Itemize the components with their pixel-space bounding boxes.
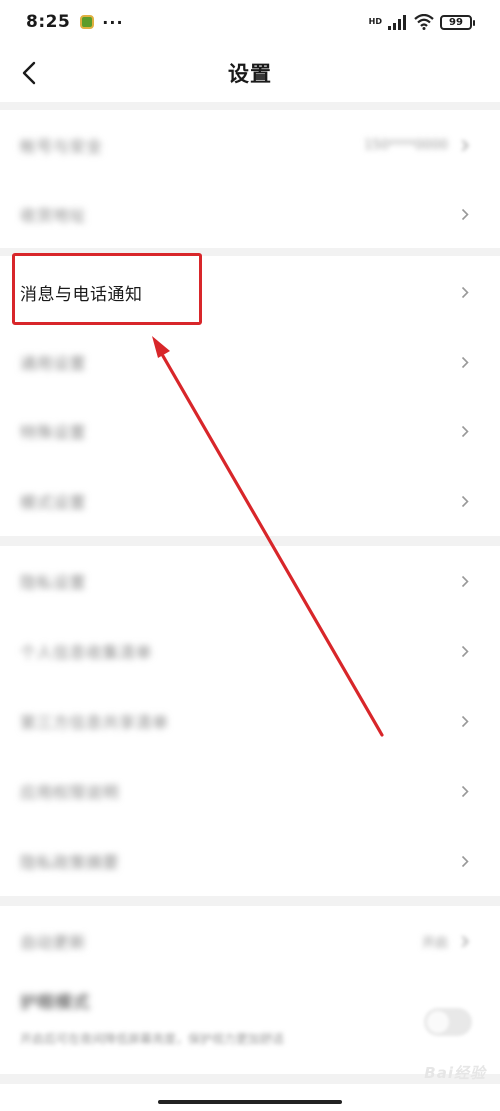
chevron-left-icon — [22, 61, 36, 85]
row-sublabel: 开启后可在夜间降低屏幕亮度，保护视力更加舒适 — [20, 1032, 285, 1046]
chevron-right-icon — [458, 207, 472, 221]
settings-row-account-security[interactable]: 帐号与安全 150****0000 — [0, 110, 500, 180]
row-label: 第三方信息共享清单 — [20, 713, 169, 732]
section-divider — [0, 896, 500, 906]
chevron-right-icon — [458, 138, 472, 152]
chevron-right-icon — [458, 574, 472, 588]
chevron-right-icon — [458, 355, 472, 369]
page-title: 设置 — [228, 62, 272, 86]
settings-row-privacy-summary[interactable]: 隐私政策摘要 — [0, 826, 500, 896]
chevron-right-icon — [458, 934, 472, 948]
chevron-right-icon — [458, 644, 472, 658]
row-label: 通用设置 — [20, 354, 87, 373]
row-value: 开启 — [421, 935, 448, 951]
chevron-right-icon — [458, 285, 472, 299]
settings-row-address[interactable]: 收货地址 — [0, 180, 500, 248]
eye-care-toggle[interactable] — [424, 1008, 472, 1036]
row-label: 个人信息收集清单 — [20, 643, 153, 662]
chevron-right-icon — [458, 424, 472, 438]
chevron-right-icon — [458, 714, 472, 728]
status-time: 8:25 — [26, 12, 71, 32]
row-label: 帐号与安全 — [20, 137, 103, 156]
settings-row-app-permissions[interactable]: 应用权限说明 — [0, 756, 500, 826]
status-bar: 8:25 ··· HD 99 — [0, 0, 500, 44]
status-right: HD 99 — [368, 14, 475, 30]
chevron-right-icon — [458, 784, 472, 798]
settings-row-auto-update[interactable]: 自动更新 开启 — [0, 906, 500, 976]
row-label: 特殊设置 — [20, 423, 87, 442]
settings-row-special[interactable]: 特殊设置 — [0, 396, 500, 466]
chevron-right-icon — [458, 494, 472, 508]
settings-row-personal-info-list[interactable]: 个人信息收集清单 — [0, 616, 500, 686]
home-indicator[interactable] — [158, 1100, 342, 1104]
nav-bar: 设置 — [0, 44, 500, 102]
wifi-icon — [414, 14, 434, 30]
row-label: 隐私政策摘要 — [20, 853, 120, 872]
settings-row-mode[interactable]: 模式设置 — [0, 466, 500, 536]
row-value: 150****0000 — [364, 137, 448, 153]
highlight-box — [12, 253, 202, 325]
signal-icon — [388, 14, 406, 30]
section-divider — [0, 536, 500, 546]
settings-row-third-party-share-list[interactable]: 第三方信息共享清单 — [0, 686, 500, 756]
section-divider — [0, 102, 500, 110]
app-notification-icon — [80, 15, 95, 29]
watermark: Bai经验 — [424, 1064, 486, 1082]
back-button[interactable] — [12, 56, 46, 90]
row-label: 护眼模式 — [20, 993, 90, 1013]
settings-row-privacy[interactable]: 隐私设置 — [0, 546, 500, 616]
battery-icon: 99 — [440, 14, 475, 30]
status-more-icon: ··· — [102, 12, 124, 32]
row-label: 模式设置 — [20, 493, 87, 512]
row-label: 应用权限说明 — [20, 783, 120, 802]
row-label: 收货地址 — [20, 206, 87, 225]
hd-icon: HD — [368, 17, 382, 26]
settings-row-general[interactable]: 通用设置 — [0, 328, 500, 396]
row-label: 隐私设置 — [20, 573, 87, 592]
row-label: 自动更新 — [20, 933, 87, 952]
chevron-right-icon — [458, 854, 472, 868]
